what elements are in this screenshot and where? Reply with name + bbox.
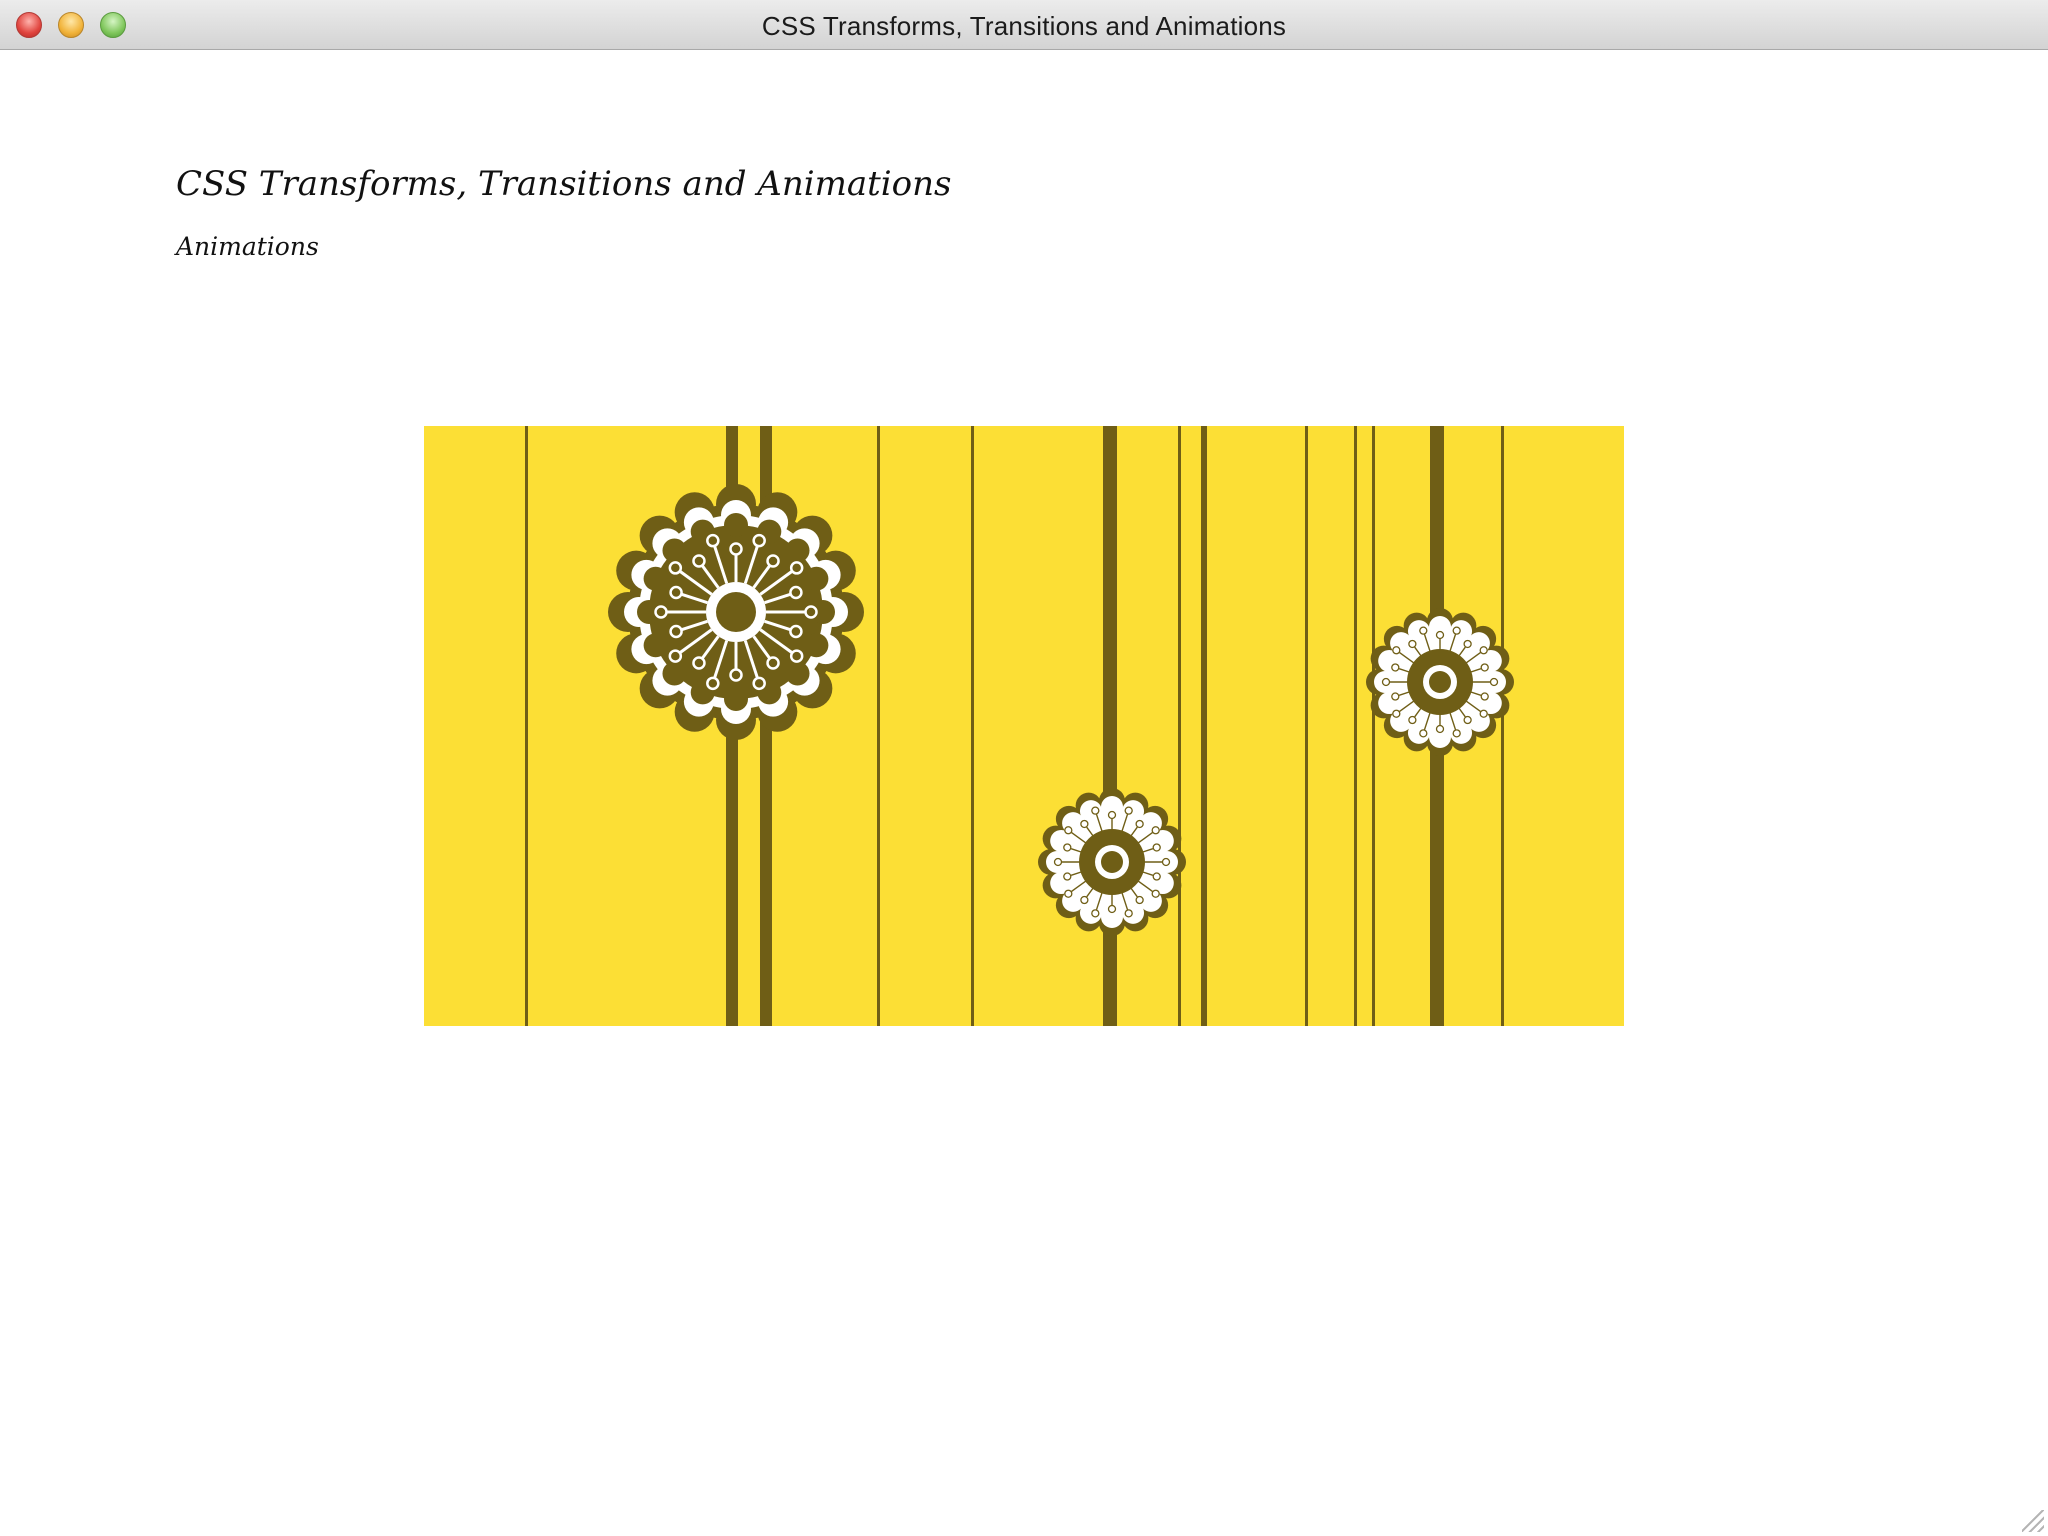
flower-center xyxy=(1101,851,1123,873)
flower-petal xyxy=(643,633,668,658)
flower-petal xyxy=(1429,616,1451,638)
flower-petal xyxy=(785,538,810,563)
flower-petal xyxy=(757,680,782,705)
stripe xyxy=(1372,426,1375,1026)
flower-petal xyxy=(662,538,687,563)
flower-petal xyxy=(1429,726,1451,748)
flower-petal xyxy=(811,600,835,624)
page-title: CSS Transforms, Transitions and Animatio… xyxy=(176,164,952,204)
page-subtitle: Animations xyxy=(176,232,319,261)
stripe xyxy=(525,426,528,1026)
stripe xyxy=(877,426,880,1026)
flower-small xyxy=(1366,608,1514,756)
flower-petal xyxy=(1101,906,1123,928)
flower-petal xyxy=(757,519,782,544)
window-title: CSS Transforms, Transitions and Animatio… xyxy=(761,11,1287,41)
browser-window: CSS Transforms, Transitions and Animatio… xyxy=(0,0,2048,1536)
flower xyxy=(608,484,864,740)
flower-petal xyxy=(662,661,687,686)
stripe xyxy=(1178,426,1181,1026)
flower-small xyxy=(1038,788,1186,936)
title-bar[interactable]: CSS Transforms, Transitions and Animatio… xyxy=(0,0,2048,50)
stripe xyxy=(1305,426,1308,1026)
stripe xyxy=(1354,426,1357,1026)
flower-petal xyxy=(785,661,810,686)
resize-grip[interactable] xyxy=(2022,1510,2044,1532)
flower-petal xyxy=(724,687,748,711)
flower-petal xyxy=(690,680,715,705)
animation-canvas xyxy=(424,426,1624,1026)
flower-petal xyxy=(724,513,748,537)
stripe xyxy=(1501,426,1504,1026)
stripe xyxy=(971,426,974,1026)
flower-center xyxy=(1429,671,1451,693)
stripe xyxy=(1103,426,1117,1026)
flower-center xyxy=(716,592,756,632)
stripe xyxy=(1201,426,1207,1026)
flower-petal xyxy=(804,566,829,591)
flower-petal xyxy=(1101,796,1123,818)
flower-petal xyxy=(804,633,829,658)
animation-stage xyxy=(424,426,1624,1026)
flower-petal xyxy=(690,519,715,544)
flower-petal xyxy=(643,566,668,591)
flower-petal xyxy=(637,600,661,624)
